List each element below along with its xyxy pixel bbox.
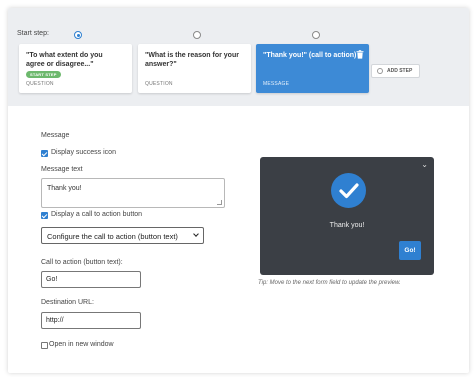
step-card-1[interactable]: "To what extent do you agree or disagree… <box>19 44 132 93</box>
step-card-2[interactable]: "What is the reason for your answer?" QU… <box>138 44 251 93</box>
message-text-input[interactable]: Thank you! <box>41 178 225 208</box>
add-step-button[interactable]: ADD STEP <box>371 64 420 78</box>
step-card-title: "To what extent do you agree or disagree… <box>26 52 103 68</box>
add-step-label: ADD STEP <box>387 68 413 74</box>
section-title: Message <box>41 132 70 139</box>
preview-message: Thank you! <box>329 222 365 229</box>
start-step-radio-3[interactable] <box>312 31 320 39</box>
cta-text-input[interactable]: Go! <box>41 271 141 288</box>
preview-tip: Tip: Move to the next form field to upda… <box>258 280 401 286</box>
step-card-3[interactable]: "Thank you!" (call to action) MESSAGE <box>256 44 369 93</box>
start-step-radio-2[interactable] <box>193 31 201 39</box>
chevron-down-icon <box>193 231 199 237</box>
form-builder-panel: Start step: "To what extent do you agree… <box>8 8 469 373</box>
steps-bar: Start step: "To what extent do you agree… <box>8 8 469 106</box>
success-check-icon <box>331 173 366 208</box>
display-cta-label: Display a call to action button <box>51 211 143 218</box>
step-card-type: QUESTION <box>26 81 54 87</box>
step-card-title: "Thank you!" (call to action) <box>263 52 357 59</box>
cta-config-select[interactable]: Configure the call to action (button tex… <box>41 227 204 244</box>
message-preview: ⌄ Thank you! Go! <box>260 157 434 275</box>
start-step-badge: START STEP <box>26 71 61 78</box>
plus-icon <box>377 68 383 74</box>
cta-text-value: Go! <box>46 276 58 283</box>
resize-handle-icon[interactable] <box>217 200 222 205</box>
cta-config-value: Configure the call to action (button tex… <box>47 232 178 241</box>
open-new-window-label: Open in new window <box>49 341 114 348</box>
step-card-title: "What is the reason for your answer?" <box>145 52 239 68</box>
display-cta-checkbox[interactable] <box>41 212 48 219</box>
destination-url-label: Destination URL: <box>41 299 94 306</box>
step-card-type: MESSAGE <box>263 81 290 87</box>
display-success-icon-label: Display success icon <box>51 149 116 156</box>
display-success-icon-checkbox[interactable] <box>41 150 48 157</box>
start-step-radio-1[interactable] <box>74 31 82 39</box>
message-text-value: Thank you! <box>47 185 82 192</box>
step-card-type: QUESTION <box>145 81 173 87</box>
trash-icon[interactable] <box>356 50 364 59</box>
start-step-label: Start step: <box>17 30 49 37</box>
collapse-chevron-icon[interactable]: ⌄ <box>421 160 428 169</box>
message-text-label: Message text <box>41 166 83 173</box>
destination-url-input[interactable]: http:// <box>41 312 141 329</box>
open-new-window-checkbox[interactable] <box>41 342 48 349</box>
cta-text-label: Call to action (button text): <box>41 259 123 266</box>
preview-cta-button[interactable]: Go! <box>399 241 421 260</box>
destination-url-value: http:// <box>46 317 64 324</box>
